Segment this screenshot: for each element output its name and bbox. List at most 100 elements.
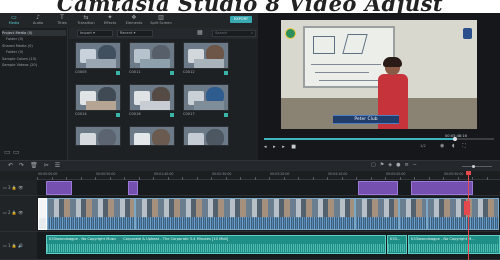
selection-marker[interactable]: [464, 201, 470, 215]
folder-icon: ▭: [11, 14, 17, 21]
music-note-icon: ♪: [36, 14, 40, 21]
ruler-label: 00:04:10:00: [328, 172, 348, 176]
shield-icon[interactable]: ◈: [388, 162, 396, 168]
search-placeholder: Search: [215, 31, 228, 35]
ruler-label: 00:05:50:00: [444, 172, 464, 176]
ruler-label: 00:02:30:00: [212, 172, 232, 176]
tab-split-screen[interactable]: ▥ Split Screen: [146, 14, 176, 27]
split-screen-icon: ▥: [158, 14, 164, 21]
audio-clip-title: K33lowndaagpe - No Copyright Music 🎵 Cor…: [49, 237, 229, 241]
folder-project-sub[interactable]: Folder (0): [6, 36, 70, 42]
tab-split-screen-label: Split Screen: [150, 21, 172, 25]
audio-clip[interactable]: K33...: [387, 235, 407, 254]
filter-icon[interactable]: ▦: [197, 29, 203, 36]
media-thumbnail: [75, 84, 121, 111]
search-input[interactable]: Search ⌕: [212, 30, 256, 37]
marker-icon[interactable]: ⚑: [380, 162, 388, 168]
lower-third-title: Peter Club: [333, 115, 399, 124]
badge-logo: [463, 28, 472, 39]
redo-icon[interactable]: ↷: [19, 162, 30, 169]
school-logo: [285, 28, 296, 39]
snapshot-icon[interactable]: ◉: [440, 143, 447, 149]
media-tile[interactable]: C0011: [129, 42, 175, 76]
menu-icon[interactable]: ☰: [55, 162, 66, 169]
library-footer: ▭ ▭: [4, 148, 19, 156]
track-label: ▭ 2 🔒 👁: [3, 210, 24, 215]
tab-effects-label: Effects: [103, 21, 117, 25]
media-tile[interactable]: [75, 126, 121, 160]
transition-icon: ⇆: [83, 14, 89, 21]
track-header-audio: ▭ 1 🔒 🔊: [0, 232, 37, 260]
video-clip[interactable]: [427, 198, 499, 230]
cut-icon[interactable]: ✂: [44, 162, 55, 169]
resolution-dropdown[interactable]: 1/2: [420, 144, 426, 148]
library-bar: Import ▾ Recent ▾ ▦ Search ⌕: [69, 28, 258, 39]
media-name: C0011: [129, 70, 141, 74]
effects-track[interactable]: [37, 180, 500, 196]
tab-effects[interactable]: ✦ Effects: [98, 14, 122, 27]
video-clip[interactable]: [135, 198, 355, 230]
delete-icon[interactable]: 🗑: [30, 162, 44, 169]
render-icon[interactable]: ▢: [371, 162, 380, 168]
playback-controls[interactable]: ◂ ▸ ▸ ■: [264, 144, 299, 150]
video-clip[interactable]: [38, 198, 47, 230]
ruler-label: 00:01:40:00: [154, 172, 174, 176]
audio-clip-title: K33lowndaagpe - No Copyright M...: [411, 237, 475, 241]
tab-transition[interactable]: ⇆ Transition: [74, 14, 98, 27]
media-name: C0012: [183, 70, 195, 74]
zoom-out-icon[interactable]: −: [413, 162, 421, 168]
effects-clip[interactable]: [358, 181, 398, 195]
video-clip[interactable]: [47, 198, 135, 230]
media-tile[interactable]: C0014: [75, 84, 121, 118]
effects-clip[interactable]: [46, 181, 72, 195]
folder-shared-sub[interactable]: Folder (0): [6, 49, 70, 55]
media-tile[interactable]: [129, 126, 175, 160]
track-header-video: ▭ 2 🔒 👁: [0, 196, 37, 232]
effects-icon: ✦: [107, 14, 113, 21]
preview-panel: Peter Club 00:05:48:16 ◂ ▸ ▸ ■ 1/2 ◉ ◖ ⛶: [258, 13, 500, 160]
track-header-effects: ▭ 3 🔒 👁: [0, 180, 37, 196]
media-thumbnail: [183, 84, 229, 111]
media-tile[interactable]: [183, 126, 229, 160]
audio-clip-title: K33...: [390, 237, 401, 241]
tab-elements[interactable]: ❖ Elements: [122, 14, 146, 27]
video-track[interactable]: [37, 196, 500, 232]
ruler-label: 00:00:00:00: [38, 172, 58, 176]
page-caption: Camtasia Studio 8 Video Adjust: [0, 0, 500, 13]
playhead[interactable]: [468, 171, 469, 260]
audio-track[interactable]: K33lowndaagpe - No Copyright Music 🎵 Cor…: [37, 232, 500, 260]
media-tile[interactable]: C0016: [129, 84, 175, 118]
new-folder-icon[interactable]: ▭: [4, 148, 11, 156]
media-tile[interactable]: C0017: [183, 84, 229, 118]
effects-clip[interactable]: [128, 181, 138, 195]
fullscreen-icon[interactable]: ⛶: [462, 143, 469, 149]
tab-media[interactable]: ▭ Media: [2, 14, 26, 27]
media-thumbnail: [183, 126, 229, 146]
effects-clip[interactable]: [411, 181, 473, 195]
playhead-handle[interactable]: [466, 171, 471, 175]
audio-clip[interactable]: K33lowndaagpe - No Copyright M...: [408, 235, 500, 254]
preview-video[interactable]: Peter Club: [281, 20, 477, 129]
tab-titles[interactable]: T Titles: [50, 14, 74, 27]
zoom-slider[interactable]: [462, 165, 492, 168]
preview-tools: ◉ ◖ ⛶: [440, 143, 469, 149]
sort-dropdown[interactable]: Recent ▾: [117, 30, 153, 37]
export-button[interactable]: EXPORT: [230, 16, 252, 23]
folder-open-icon[interactable]: ▭: [13, 148, 20, 156]
folder-sample-videos[interactable]: Sample Videos (20): [2, 62, 66, 68]
tab-transition-label: Transition: [77, 21, 95, 25]
video-clip[interactable]: [399, 198, 427, 230]
track-label: ▭ 1 🔒 🔊: [3, 243, 24, 248]
video-clip[interactable]: [355, 198, 399, 230]
undo-icon[interactable]: ↶: [8, 162, 19, 169]
timeline-ruler[interactable]: 00:00:00:00 00:00:50:00 00:01:40:00 00:02:3…: [37, 171, 500, 180]
mixer-icon[interactable]: ≡: [404, 162, 412, 168]
media-tile[interactable]: C0005: [75, 42, 121, 76]
tab-audio[interactable]: ♪ Audio: [26, 14, 50, 27]
media-thumbnail: [75, 42, 121, 69]
media-tile[interactable]: C0012: [183, 42, 229, 76]
import-dropdown[interactable]: Import ▾: [77, 30, 113, 37]
audio-clip[interactable]: K33lowndaagpe - No Copyright Music 🎵 Cor…: [46, 235, 386, 254]
ruler-label: 00:00:50:00: [96, 172, 116, 176]
volume-icon[interactable]: ◖: [452, 143, 458, 149]
